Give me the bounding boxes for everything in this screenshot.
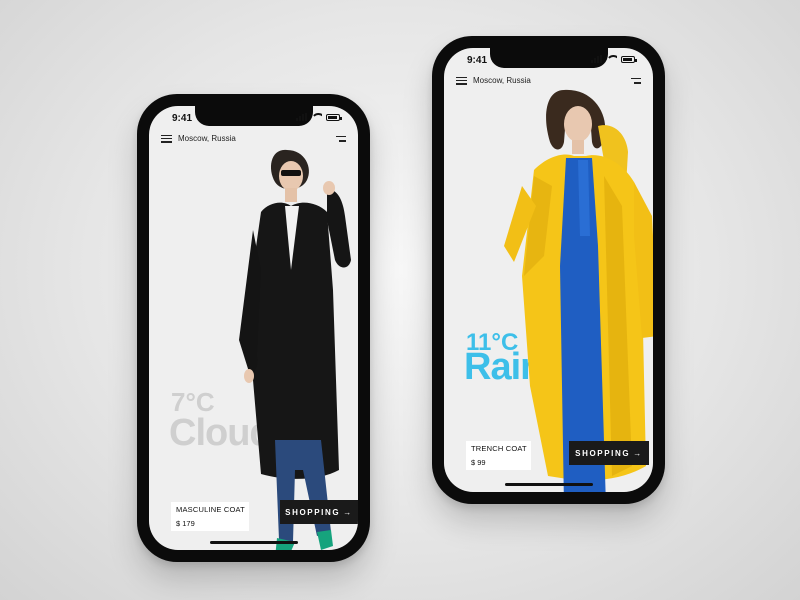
home-indicator[interactable] [504, 483, 593, 486]
shopping-button-label: SHOPPING [285, 507, 341, 517]
signal-icon [296, 113, 307, 121]
shopping-button[interactable]: SHOPPING → [280, 500, 358, 524]
menu-icon[interactable] [631, 77, 641, 84]
top-bar: Moscow, Russia [161, 134, 346, 143]
wifi-icon [606, 55, 617, 63]
shopping-button-label: SHOPPING [575, 448, 631, 458]
shopping-button[interactable]: SHOPPING → [569, 441, 649, 465]
product-label: MASCULINE COAT $ 179 [171, 502, 249, 531]
arrow-right-icon: → [633, 448, 643, 458]
product-name: TRENCH COAT [471, 444, 527, 453]
phone-cloudly: 9:41 Moscow, Russia 7°C Cloudly MASCULIN… [137, 94, 370, 562]
product-price: $ 179 [176, 519, 195, 528]
top-bar: Moscow, Russia [456, 76, 641, 85]
arrow-right-icon: → [343, 507, 353, 517]
status-time: 9:41 [172, 113, 193, 124]
location-label: Moscow, Russia [473, 76, 531, 85]
status-icons [296, 113, 342, 121]
screen-rainy: 9:41 Moscow, Russia 11°C Rainy TRENCH CO… [444, 48, 653, 492]
product-price: $ 99 [471, 458, 486, 467]
notch [489, 48, 608, 68]
model-photo-yellow-coat [504, 89, 653, 492]
screen-cloudly: 9:41 Moscow, Russia 7°C Cloudly MASCULIN… [149, 106, 358, 550]
status-icons [591, 55, 637, 63]
battery-icon [326, 113, 342, 121]
phone-rainy: 9:41 Moscow, Russia 11°C Rainy TRENCH CO… [432, 36, 665, 504]
location-label: Moscow, Russia [178, 134, 236, 143]
product-name: MASCULINE COAT [176, 505, 245, 514]
battery-icon [621, 55, 637, 63]
menu-icon[interactable] [336, 135, 346, 142]
model-photo-black-coat [239, 149, 351, 550]
signal-icon [591, 55, 602, 63]
list-icon[interactable] [456, 76, 467, 85]
home-indicator[interactable] [209, 541, 298, 544]
notch [194, 106, 313, 126]
product-label: TRENCH COAT $ 99 [466, 441, 531, 470]
wifi-icon [311, 113, 322, 121]
list-icon[interactable] [161, 134, 172, 143]
status-time: 9:41 [467, 55, 488, 66]
